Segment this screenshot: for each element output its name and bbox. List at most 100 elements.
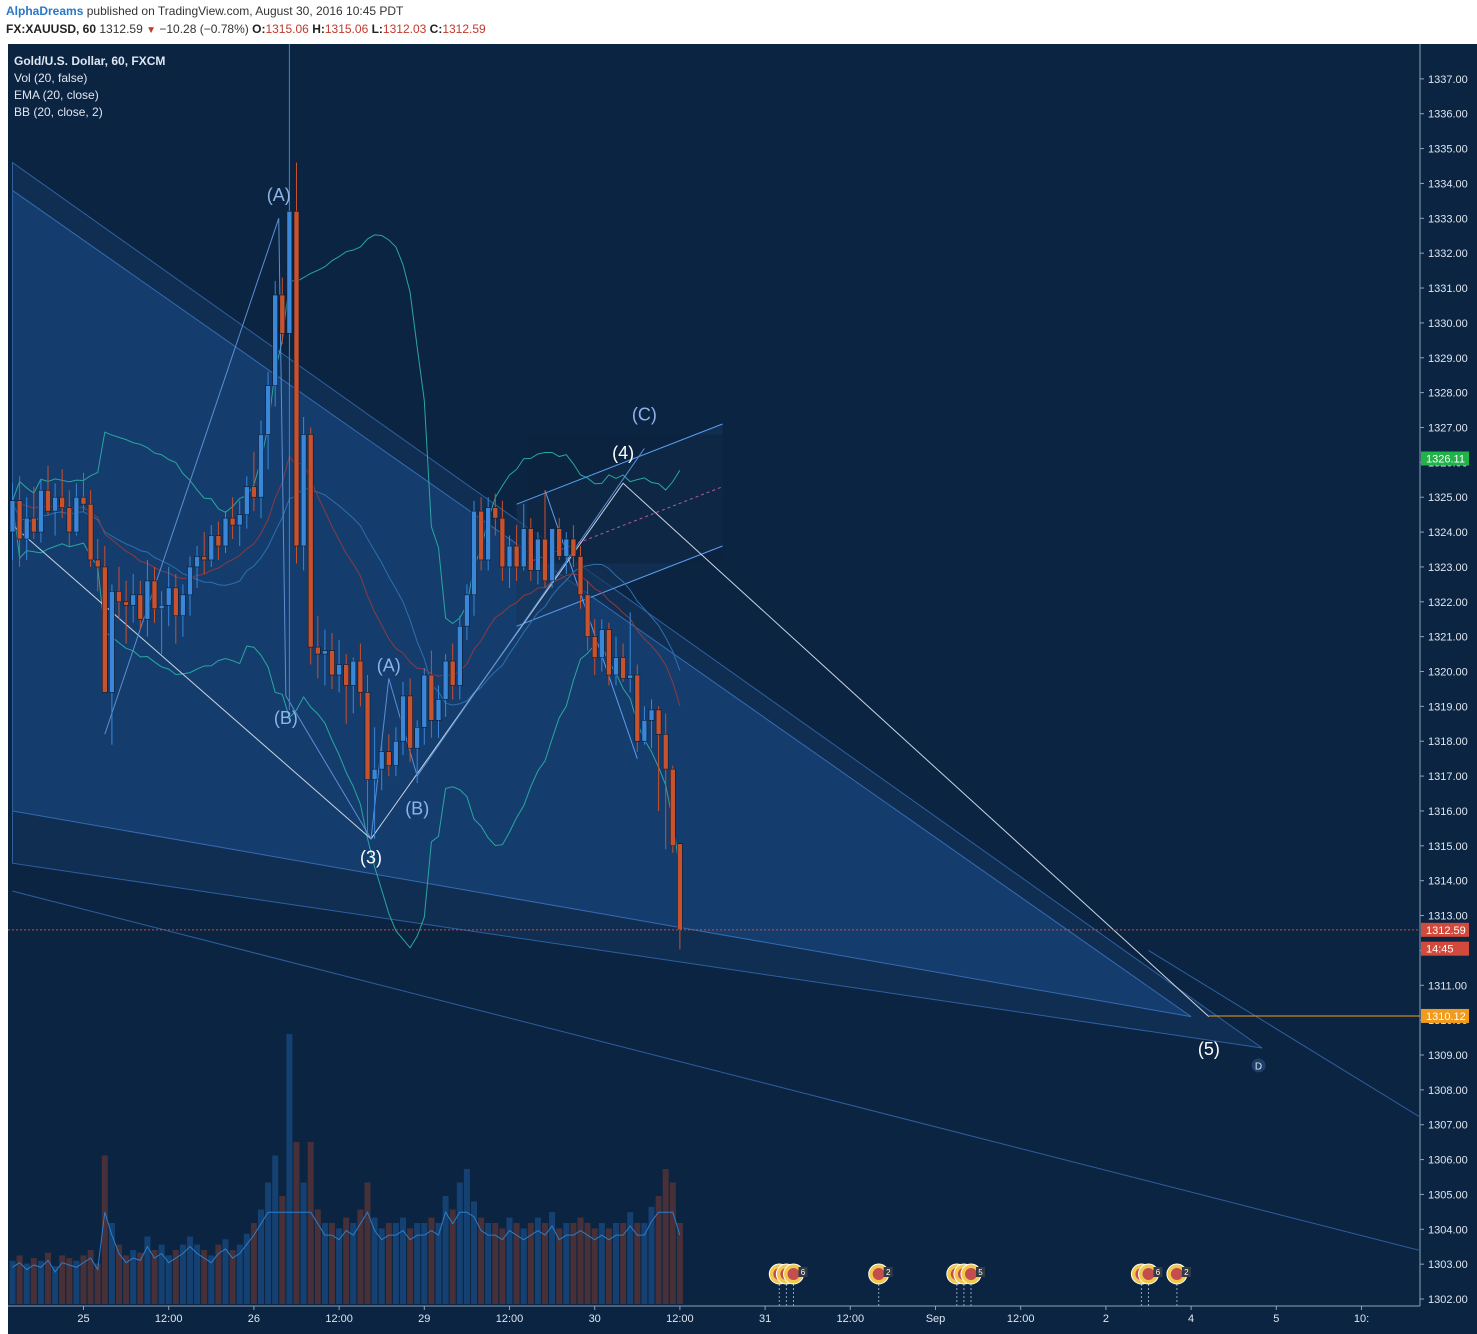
candle-body — [336, 664, 342, 676]
candle-body — [613, 657, 619, 676]
legend-ema: EMA (20, close) — [14, 88, 99, 102]
candle-body — [620, 657, 626, 679]
down-triangle-icon: ▼ — [146, 25, 157, 36]
volume-bar — [307, 1142, 314, 1304]
price-tick-label: 1331.00 — [1428, 283, 1468, 295]
candle-body — [45, 489, 51, 512]
time-tick-label: 12:00 — [155, 1313, 183, 1325]
candle-body — [478, 510, 484, 561]
price-tick-label: 1336.00 — [1428, 109, 1468, 121]
candle-body — [286, 211, 293, 334]
candle-body — [30, 517, 37, 533]
candle-body — [109, 591, 115, 693]
chart-header: AlphaDreams published on TradingView.com… — [0, 0, 1477, 44]
price-tick-label: 1307.00 — [1428, 1120, 1468, 1132]
candle-body — [52, 496, 58, 512]
price-tick-label: 1318.00 — [1428, 736, 1468, 748]
time-tick-label: 12:00 — [496, 1313, 524, 1325]
candle-body — [87, 503, 94, 561]
event-badge-count: 2 — [1184, 1268, 1189, 1277]
candle-body — [400, 695, 406, 742]
wave-label: (A) — [377, 656, 401, 676]
candle-body — [208, 535, 215, 561]
price-tick-label: 1320.00 — [1428, 667, 1468, 679]
open-value: 1315.06 — [265, 22, 309, 36]
candle-body — [385, 751, 392, 766]
candle-body — [549, 528, 555, 582]
candle-body — [527, 528, 534, 571]
candle-body — [194, 556, 200, 568]
price-tick-label: 1309.00 — [1428, 1050, 1468, 1062]
candle-body — [180, 594, 186, 617]
candle-body — [350, 660, 357, 686]
candle-body — [677, 843, 683, 931]
wave-label: (5) — [1198, 1039, 1220, 1059]
legend-volume: Vol (20, false) — [14, 71, 88, 85]
candle-body — [414, 726, 421, 749]
price-tick-label: 1319.00 — [1428, 701, 1468, 713]
candle-body — [215, 535, 222, 547]
candle-body — [293, 211, 300, 547]
chart-legend: Gold/U.S. Dollar, 60, FXCM Vol (20, fals… — [14, 53, 165, 121]
candle-body — [606, 629, 612, 676]
time-tick-label: 12:00 — [1007, 1313, 1035, 1325]
candle-body — [577, 556, 584, 596]
price-chart[interactable]: (A)(B)(3)(A)(B)(4)(C)(5)D226224512621302… — [0, 44, 1477, 1334]
ohlc-line: FX:XAUUSD, 60 1312.59 ▼ −10.28 (−0.78%) … — [6, 22, 486, 36]
price-tick-label: 1332.00 — [1428, 248, 1468, 260]
time-tick-label: 10: — [1354, 1313, 1369, 1325]
candle-body — [80, 496, 87, 505]
price-tag-label: 1310.12 — [1426, 1011, 1466, 1023]
candle-body — [187, 566, 193, 596]
candle-body — [492, 507, 499, 519]
candle-body — [23, 517, 30, 540]
price-change: −10.28 (−0.78%) — [159, 22, 249, 36]
candle-body — [279, 294, 286, 334]
candle-body — [442, 660, 449, 700]
volume-bar — [364, 1182, 371, 1304]
candle-body — [329, 650, 335, 676]
price-tick-label: 1316.00 — [1428, 806, 1468, 818]
event-badge-count: 2 — [886, 1268, 891, 1277]
legend-bollinger: BB (20, close, 2) — [14, 105, 103, 119]
candle-body — [73, 496, 80, 533]
price-tag-label: 14:45 — [1426, 944, 1454, 956]
candle-body — [38, 489, 44, 533]
candle-body — [357, 660, 364, 693]
event-badge-count: 6 — [801, 1268, 806, 1277]
candle-body — [393, 740, 399, 766]
candle-body — [456, 625, 463, 686]
event-badge-count: 5 — [978, 1268, 983, 1277]
candle-body — [16, 500, 23, 540]
time-tick-label: 12:00 — [837, 1313, 865, 1325]
event-badge-count: 6 — [1156, 1268, 1161, 1277]
wave-label: (A) — [267, 185, 291, 205]
candle-body — [655, 709, 662, 735]
price-tick-label: 1308.00 — [1428, 1085, 1468, 1097]
time-tick-label: Sep — [926, 1313, 946, 1325]
flag-icon — [965, 1268, 977, 1280]
volume-bar — [463, 1169, 470, 1304]
volume-bar — [293, 1142, 300, 1304]
candle-body — [116, 591, 122, 603]
candle-body — [314, 646, 321, 655]
price-tick-label: 1333.00 — [1428, 213, 1468, 225]
candle-body — [591, 636, 598, 658]
volume-bar — [272, 1155, 279, 1304]
high-value: 1315.06 — [324, 22, 369, 36]
time-tick-label: 30 — [589, 1313, 601, 1325]
volume-bar — [456, 1182, 463, 1304]
candle-body — [499, 517, 506, 568]
legend-title: Gold/U.S. Dollar, 60, FXCM — [14, 54, 166, 68]
time-tick-label: 12:00 — [325, 1313, 353, 1325]
candle-body — [9, 500, 16, 533]
candle-body — [570, 538, 577, 557]
open-label: O: — [252, 22, 266, 36]
price-axis — [1420, 44, 1477, 1334]
author-link[interactable]: AlphaDreams — [6, 4, 83, 18]
price-tick-label: 1306.00 — [1428, 1155, 1468, 1167]
candle-body — [535, 538, 541, 571]
pattern-point-label: D — [1255, 1061, 1262, 1072]
published-text: published on TradingView.com, August 30,… — [86, 4, 404, 18]
candle-body — [485, 507, 492, 561]
